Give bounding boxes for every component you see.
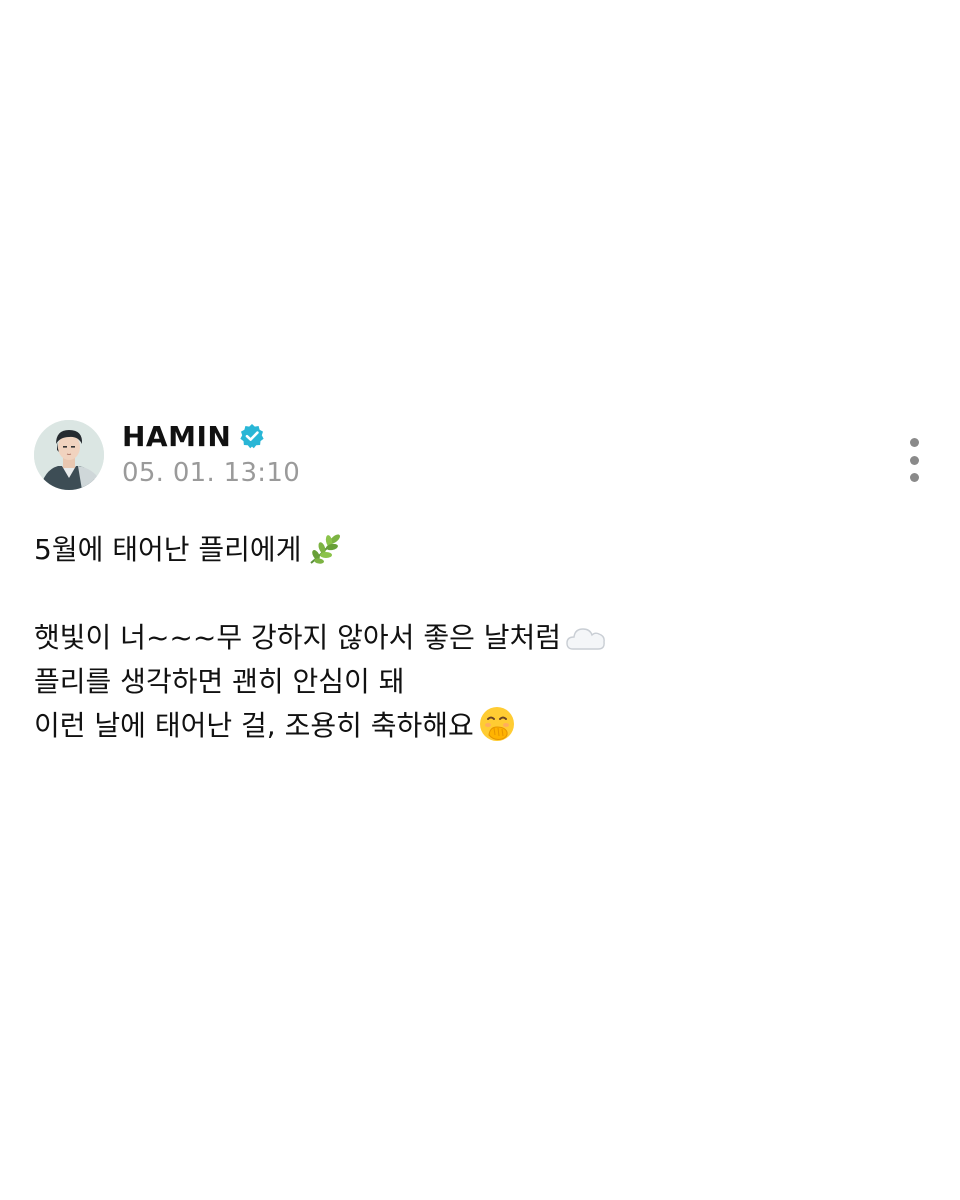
post-line-1: 5월에 태어난 플리에게 xyxy=(34,528,914,572)
post-line-1-text: 5월에 태어난 플리에게 xyxy=(34,533,302,566)
author-name[interactable]: HAMIN xyxy=(122,420,231,453)
post-timestamp: 05. 01. 13:10 xyxy=(122,458,301,488)
herb-icon xyxy=(305,531,345,580)
post-header: HAMIN 05. 01. 13:10 xyxy=(34,418,926,492)
post-card: HAMIN 05. 01. 13:10 5월에 태어난 플리에게 햇빛이 너~~… xyxy=(0,0,960,1200)
post-line-3: 플리를 생각하면 괜히 안심이 돼 xyxy=(34,660,914,704)
post-line-3-text: 플리를 생각하면 괜히 안심이 돼 xyxy=(34,665,405,698)
cloud-icon xyxy=(565,623,607,668)
post-line-2-text: 햇빛이 너~~~무 강하지 않아서 좋은 날처럼 xyxy=(34,621,562,654)
post-line-4: 이런 날에 태어난 걸, 조용히 축하해요 xyxy=(34,704,914,748)
face-with-hand-over-mouth-icon xyxy=(478,705,516,756)
more-options-button[interactable] xyxy=(902,438,926,482)
verified-badge-icon xyxy=(239,423,265,449)
more-vertical-icon-dot xyxy=(909,438,919,447)
author-name-row: HAMIN xyxy=(122,418,265,454)
more-vertical-icon-dot xyxy=(909,455,919,465)
post-line-4-text: 이런 날에 태어난 걸, 조용히 축하해요 xyxy=(34,709,474,742)
post-body: 5월에 태어난 플리에게 햇빛이 너~~~무 강하지 않아서 좋은 날처럼 플리… xyxy=(34,528,914,748)
more-vertical-icon-dot xyxy=(909,473,919,482)
avatar[interactable] xyxy=(34,420,104,490)
post-line-2: 햇빛이 너~~~무 강하지 않아서 좋은 날처럼 xyxy=(34,616,914,660)
